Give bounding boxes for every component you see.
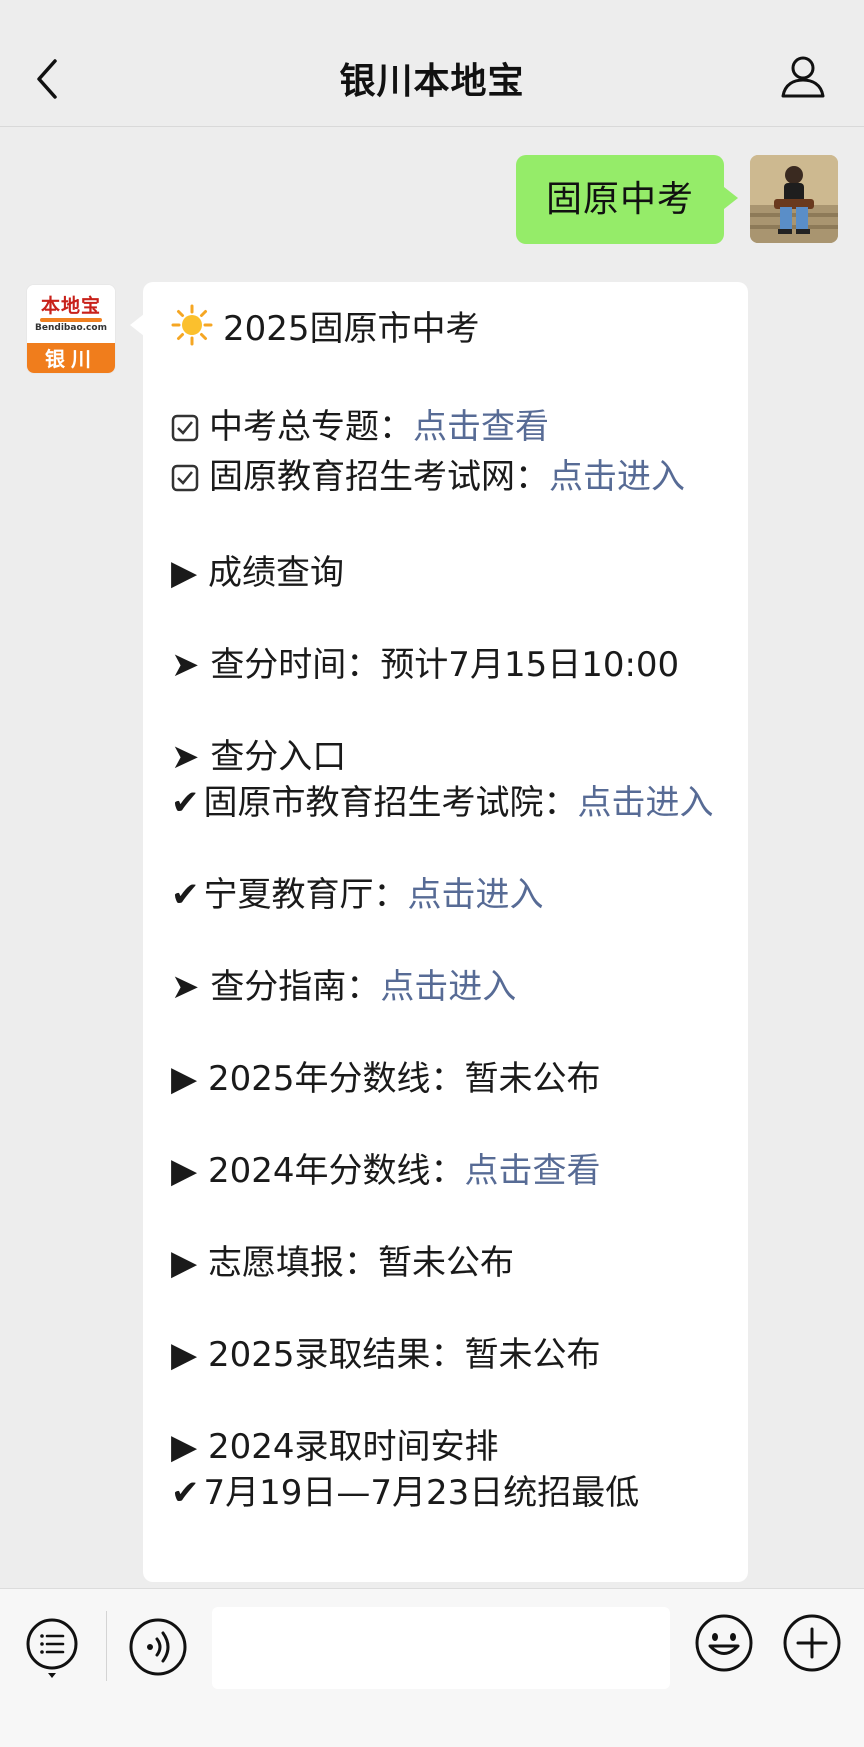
arrow-right-icon: ➤ (171, 967, 200, 1007)
volunteer-line: ▶ 志愿填报：暂未公布 (171, 1240, 720, 1286)
score-query-label: 成绩查询 (207, 553, 344, 593)
result2025-value: 暂未公布 (464, 1335, 601, 1375)
nav-bar: 银川本地宝 (0, 0, 864, 127)
plus-button[interactable] (782, 1613, 842, 1673)
entry1-link[interactable]: 点击进入 (578, 783, 714, 823)
guide-line: ➤ 查分指南：点击进入 (171, 964, 720, 1010)
message-title: 2025固原市中考 (223, 309, 480, 349)
outgoing-message-row: 固原中考 (515, 155, 838, 244)
line2025-line: ▶ 2025年分数线：暂未公布 (171, 1056, 720, 1102)
bot-avatar[interactable]: 本地宝 Bendibao.com 银川 (26, 284, 116, 374)
menu-button[interactable] (24, 1617, 80, 1681)
topic-label: 中考总专题： (209, 407, 413, 447)
logo-city-text: 银川 (27, 343, 115, 373)
exam-site-line: 固原教育招生考试网：点击进入 (171, 454, 720, 504)
user-avatar[interactable] (750, 155, 838, 243)
emoji-icon (695, 1614, 753, 1672)
play-triangle-icon: ▶ (171, 1059, 198, 1099)
score-time-line: ➤ 查分时间：预计7月15日10:00 (171, 642, 720, 688)
checkmark-icon: ✔ (171, 783, 200, 823)
person-icon (781, 56, 825, 98)
entry-label: 查分入口 (210, 737, 347, 777)
line2024-link[interactable]: 点击查看 (465, 1151, 601, 1191)
emoji-button[interactable] (694, 1613, 754, 1673)
incoming-bubble-tail (130, 314, 144, 336)
entry2-label: 宁夏教育厅： (203, 875, 408, 915)
logo-site-text: Bendibao.com (35, 322, 107, 333)
score-query-line: ▶ 成绩查询 (171, 550, 720, 596)
checkbox-icon (171, 408, 199, 454)
incoming-message-bubble: 2025固原市中考 中考总专题：点击查看 固原教育招生考试网：点击进入 ▶ 成绩… (143, 282, 748, 1582)
volunteer-value: 暂未公布 (377, 1243, 514, 1283)
checkmark-icon: ✔ (171, 1473, 200, 1513)
entry2-line: ✔ 宁夏教育厅：点击进入 (171, 872, 720, 918)
message-title-line: 2025固原市中考 (171, 304, 720, 358)
volunteer-label: 志愿填报： (207, 1243, 378, 1283)
play-triangle-icon: ▶ (171, 1427, 198, 1467)
topic-line: 中考总专题：点击查看 (171, 404, 720, 454)
voice-button[interactable] (128, 1617, 188, 1677)
guide-link[interactable]: 点击进入 (380, 967, 516, 1007)
logo-brand-text: 本地宝 (40, 294, 101, 317)
guide-label: 查分指南： (210, 967, 381, 1007)
topic-link[interactable]: 点击查看 (413, 407, 549, 447)
input-bar (0, 1588, 864, 1747)
message-input[interactable] (212, 1607, 670, 1689)
plus-icon (783, 1614, 841, 1672)
line2024-line: ▶ 2024年分数线：点击查看 (171, 1148, 720, 1194)
outgoing-message-bubble[interactable]: 固原中考 (515, 155, 739, 244)
voice-icon (129, 1618, 187, 1676)
bendibao-logo: 本地宝 Bendibao.com (27, 285, 115, 343)
line2025-value: 暂未公布 (464, 1059, 601, 1099)
exam-site-label: 固原教育招生考试网： (209, 457, 549, 497)
chat-title: 银川本地宝 (339, 61, 525, 102)
schedule2024-label: 2024录取时间安排 (207, 1427, 499, 1467)
checkbox-icon (171, 458, 199, 504)
score-time-label: 查分时间： (210, 645, 381, 685)
schedule-item: 7月19日—7月23日统招最低 (203, 1473, 640, 1513)
result2025-line: ▶ 2025录取结果：暂未公布 (171, 1332, 720, 1378)
result2025-label: 2025录取结果： (207, 1335, 465, 1375)
arrow-right-icon: ➤ (171, 645, 200, 685)
schedule-item-line: ✔ 7月19日—7月23日统招最低 (171, 1470, 720, 1516)
menu-list-icon (26, 1618, 78, 1678)
exam-site-link[interactable]: 点击进入 (549, 457, 685, 497)
score-time-value: 预计7月15日10:00 (380, 645, 680, 685)
entry2-link[interactable]: 点击进入 (408, 875, 544, 915)
play-triangle-icon: ▶ (171, 553, 198, 593)
play-triangle-icon: ▶ (171, 1243, 198, 1283)
sun-icon (171, 304, 213, 358)
play-triangle-icon: ▶ (171, 1151, 198, 1191)
checkmark-icon: ✔ (171, 875, 200, 915)
schedule2024-line: ▶ 2024录取时间安排 (171, 1424, 720, 1470)
arrow-right-icon: ➤ (171, 737, 200, 777)
bar-divider (106, 1611, 107, 1681)
profile-button[interactable] (778, 52, 828, 102)
entry1-line: ✔ 固原市教育招生考试院：点击进入 (171, 780, 720, 826)
avatar-photo (750, 155, 838, 243)
entry1-label: 固原市教育招生考试院： (203, 783, 578, 823)
line2025-label: 2025年分数线： (207, 1059, 465, 1099)
line2024-label: 2024年分数线： (207, 1151, 465, 1191)
entry-line: ➤ 查分入口 (171, 734, 720, 780)
play-triangle-icon: ▶ (171, 1335, 198, 1375)
